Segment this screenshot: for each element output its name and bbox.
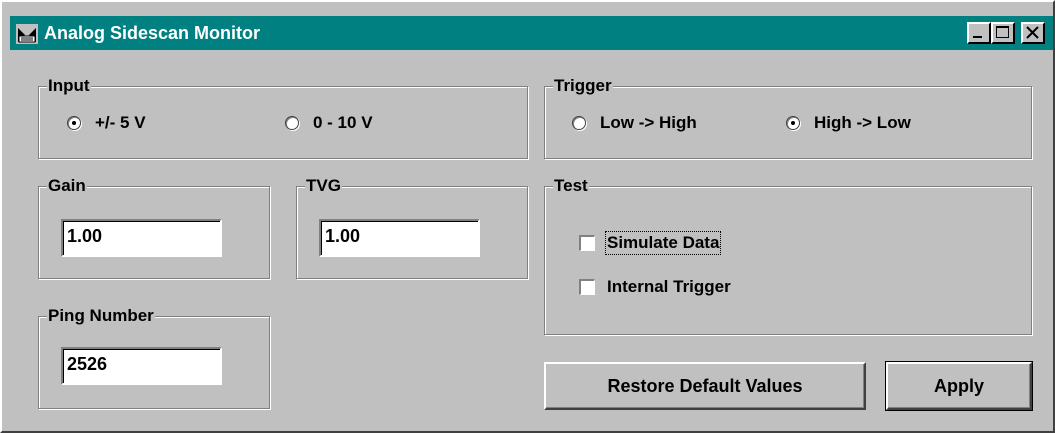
radio-input-5v[interactable]: +/- 5 V (67, 113, 146, 133)
radio-trigger-high-low-label: High -> Low (814, 113, 911, 132)
input-group: Input +/- 5 V 0 - 10 V (38, 76, 528, 159)
maximize-button[interactable] (991, 22, 1015, 44)
tvg-group: TVG 1.00 (296, 176, 528, 279)
radio-button-icon (285, 116, 299, 130)
radio-input-10v-label: 0 - 10 V (313, 113, 373, 132)
restore-defaults-button[interactable]: Restore Default Values (544, 362, 866, 410)
maximize-icon (996, 26, 1009, 38)
checkbox-icon (579, 235, 595, 251)
close-icon (1026, 26, 1039, 39)
radio-input-10v[interactable]: 0 - 10 V (285, 113, 373, 133)
tvg-group-label: TVG (305, 176, 342, 196)
test-group-label: Test (553, 176, 589, 196)
gain-group-label: Gain (47, 176, 87, 196)
radio-button-icon (67, 116, 81, 130)
ping-number-group-label: Ping Number (47, 306, 155, 326)
checkbox-simulate-data[interactable]: Simulate Data (579, 231, 722, 255)
gain-group: Gain 1.00 (38, 176, 270, 279)
main-window: Analog Sidescan Monitor Input +/- 5 V 0 … (0, 0, 1055, 433)
ping-number-group: Ping Number 2526 (38, 306, 270, 409)
apply-button[interactable]: Apply (885, 361, 1033, 411)
checkbox-simulate-data-label: Simulate Data (604, 231, 722, 255)
gain-input[interactable]: 1.00 (61, 219, 222, 257)
checkbox-internal-trigger[interactable]: Internal Trigger (579, 277, 731, 297)
window-title: Analog Sidescan Monitor (44, 23, 261, 43)
radio-trigger-high-low[interactable]: High -> Low (786, 113, 911, 133)
radio-input-5v-label: +/- 5 V (95, 113, 146, 132)
checkbox-internal-trigger-label: Internal Trigger (607, 277, 731, 296)
app-icon (16, 24, 38, 44)
radio-trigger-low-high[interactable]: Low -> High (572, 113, 697, 133)
title-bar[interactable]: Analog Sidescan Monitor (10, 16, 1053, 50)
tvg-input[interactable]: 1.00 (319, 219, 480, 257)
test-group: Test Simulate Data Internal Trigger (544, 176, 1032, 335)
close-button[interactable] (1021, 22, 1045, 44)
checkbox-icon (579, 279, 595, 295)
minimize-button[interactable] (967, 22, 991, 44)
radio-trigger-low-high-label: Low -> High (600, 113, 697, 132)
ping-number-input[interactable]: 2526 (61, 347, 222, 385)
input-group-label: Input (47, 76, 91, 96)
minimize-icon (973, 36, 982, 38)
trigger-group: Trigger Low -> High High -> Low (544, 76, 1032, 159)
radio-button-icon (572, 116, 586, 130)
radio-button-icon (786, 116, 800, 130)
trigger-group-label: Trigger (553, 76, 613, 96)
